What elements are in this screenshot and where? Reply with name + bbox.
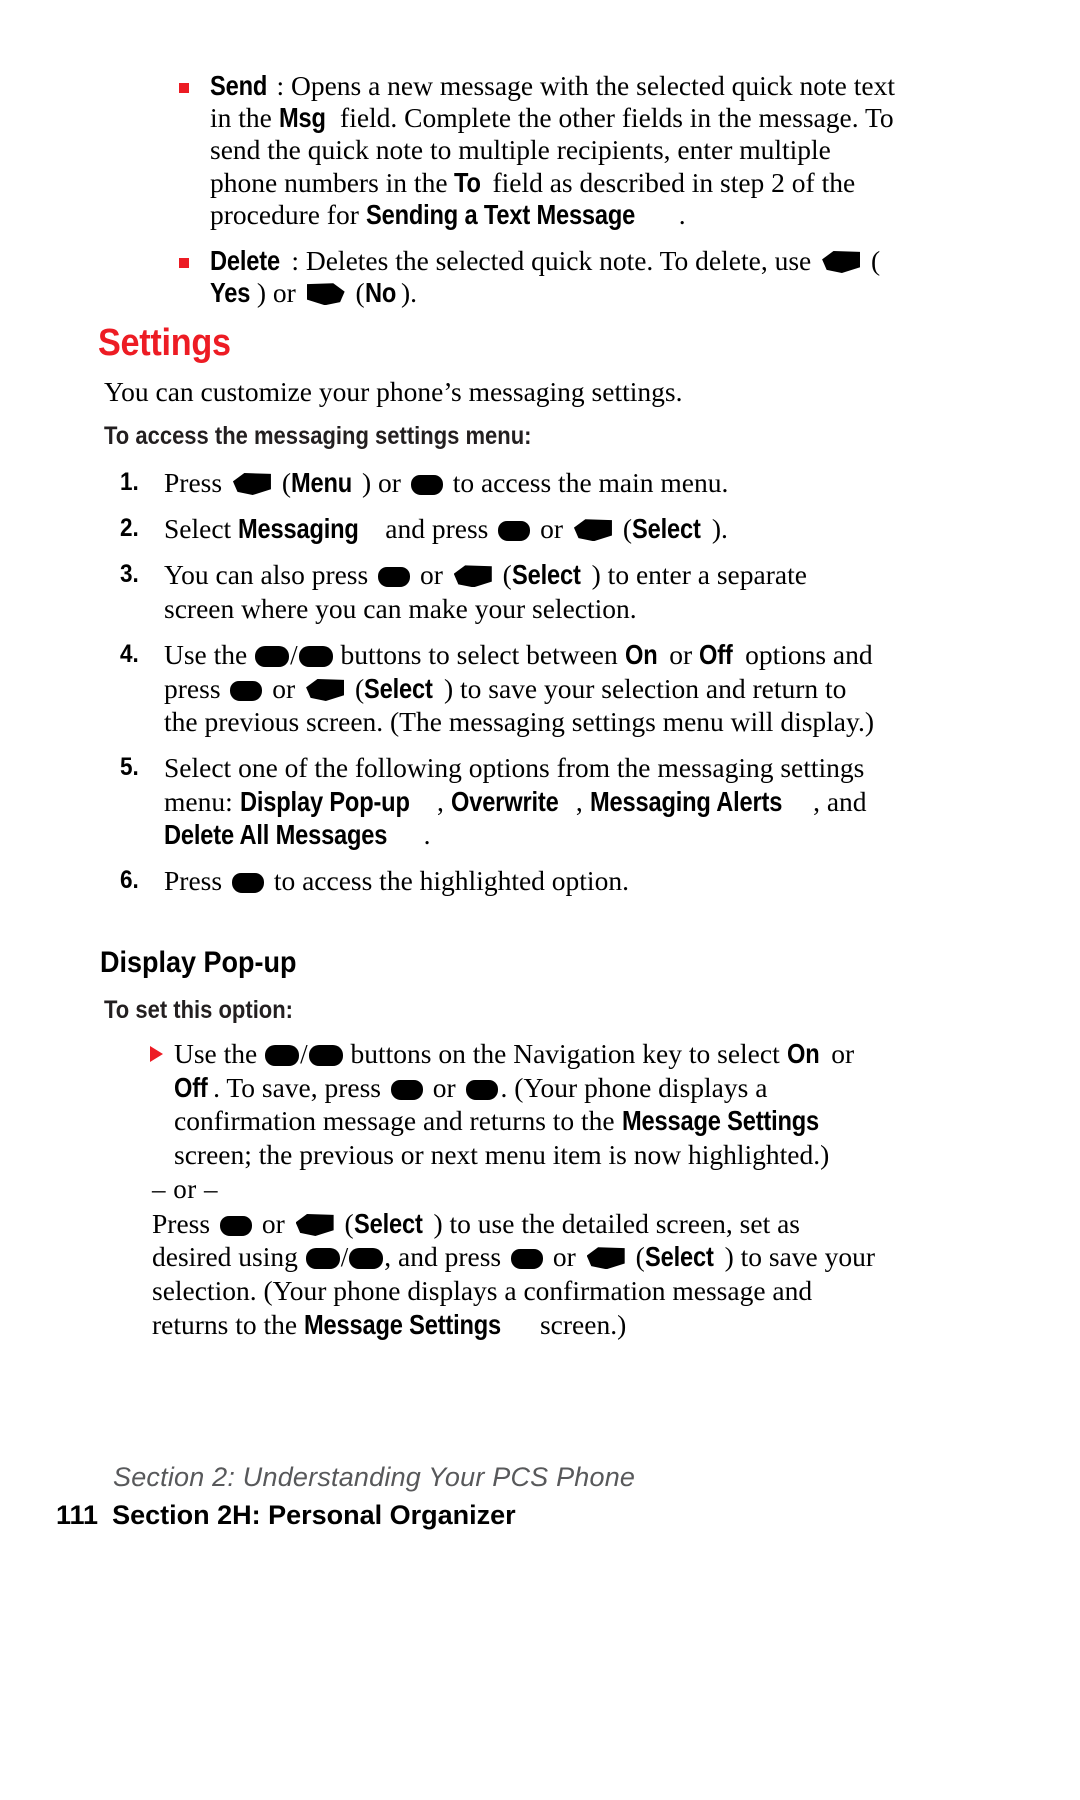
- numbered-step: 1. Press (Menu) or to access the main men…: [120, 466, 880, 499]
- key-separator: /: [290, 639, 298, 670]
- left-softkey-icon: [453, 565, 492, 588]
- ui-term: Overwrite: [450, 785, 559, 817]
- footer-section-label: Section 2H: Personal Organizer: [112, 1500, 516, 1530]
- numbered-step: 5. Select one of the following options fr…: [120, 751, 880, 851]
- left-softkey-icon: [295, 1214, 334, 1237]
- ui-term: Message Settings: [621, 1105, 819, 1137]
- navigation-key-icon: [305, 1248, 340, 1270]
- navigation-key-icon: [298, 645, 333, 667]
- step-text: You can also press or (Select) to enter …: [164, 559, 807, 624]
- key-separator: /: [340, 1242, 349, 1273]
- left-softkey-icon: [822, 251, 861, 274]
- quick-note-options-list: Send: Opens a new message with the selec…: [175, 70, 895, 323]
- manual-page: Send: Opens a new message with the selec…: [0, 0, 1080, 1800]
- numbered-step: 3. You can also press or (Select) to ente…: [120, 558, 880, 624]
- ui-term: On: [624, 638, 658, 670]
- ui-term: On: [786, 1038, 820, 1069]
- ui-term: Menu: [290, 467, 353, 498]
- navigation-key-icon: [349, 1248, 384, 1270]
- list-item: Send: Opens a new message with the selec…: [175, 70, 895, 231]
- or-divider: – or –: [152, 1173, 218, 1204]
- step-number: 2.: [120, 514, 139, 543]
- ui-term: Select: [631, 513, 701, 545]
- ok-key-icon: [498, 521, 531, 542]
- step-number: 3.: [120, 560, 139, 589]
- instruction-paragraph-primary: Use the / buttons on the Navigation key …: [150, 1037, 882, 1171]
- ui-term: Select: [364, 673, 433, 705]
- ui-term: Off: [174, 1072, 208, 1104]
- bullet-delete-text: Delete: Deletes the selected quick note.…: [210, 245, 881, 309]
- step-number: 4.: [120, 639, 139, 668]
- ok-key-icon: [465, 1080, 498, 1101]
- navigation-key-icon: [265, 1045, 300, 1066]
- page-number: 111: [56, 1500, 99, 1530]
- numbered-step: 2. Select Messaging and press or (Select)…: [120, 512, 880, 545]
- ui-term: Off: [699, 638, 733, 670]
- ok-key-icon: [410, 475, 443, 495]
- footer-running-head: Section 2: Understanding Your PCS Phone: [113, 1462, 636, 1492]
- numbered-step: 4. Use the / buttons to select between On…: [120, 638, 880, 739]
- step-text: Press to access the highlighted option.: [164, 865, 629, 897]
- list-item: Delete: Deletes the selected quick note.…: [175, 245, 895, 309]
- step-text: Use the / buttons to select between On o…: [164, 638, 875, 738]
- ok-key-icon: [390, 1080, 423, 1101]
- instruction-text-alternate: Press or (Select) to use the detailed sc…: [152, 1208, 876, 1340]
- navigation-key-icon: [255, 645, 290, 667]
- left-softkey-icon: [232, 473, 271, 495]
- triangle-bullet-icon: [150, 1046, 163, 1062]
- bullet-send-text: Send: Opens a new message with the selec…: [210, 70, 895, 230]
- ui-term: To: [454, 166, 482, 198]
- procedure-heading-text: To set this option:: [104, 996, 294, 1024]
- ui-term: Yes: [210, 277, 251, 309]
- key-separator: /: [300, 1039, 308, 1069]
- ok-key-icon: [511, 1249, 544, 1270]
- left-softkey-icon: [306, 679, 345, 702]
- instruction-paragraph-alternate: Press or (Select) to use the detailed sc…: [152, 1207, 882, 1341]
- ui-term: Select: [644, 1241, 714, 1273]
- page-title-text: Settings: [98, 322, 231, 364]
- numbered-steps-list: 1. Press (Menu) or to access the main men…: [120, 466, 880, 910]
- ui-term: Sending a Text Message: [365, 198, 635, 230]
- right-softkey-icon: [306, 283, 345, 306]
- step-text: Press (Menu) or to access the main menu.: [164, 467, 729, 498]
- subsection-heading: Display Pop-up: [100, 946, 318, 980]
- ui-term: Message Settings: [303, 1308, 502, 1340]
- square-bullet-icon: [179, 258, 189, 269]
- step-number: 1.: [120, 468, 139, 496]
- ok-key-icon: [378, 567, 411, 588]
- instruction-text-primary: Use the / buttons on the Navigation key …: [174, 1038, 855, 1170]
- footer-section-line: 111 Section 2H: Personal Organizer: [56, 1500, 516, 1531]
- ui-term: Display Pop-up: [239, 785, 410, 817]
- ui-term: Messaging Alerts: [589, 785, 782, 817]
- ui-term: Select: [511, 559, 581, 591]
- option-label: Delete: [210, 245, 280, 277]
- left-softkey-icon: [573, 519, 612, 542]
- procedure-heading-access-menu: To access the messaging settings menu:: [104, 422, 590, 451]
- ui-term: Msg: [278, 102, 326, 134]
- navigation-key-icon: [308, 1045, 343, 1066]
- left-softkey-icon: [586, 1247, 625, 1270]
- set-option-instructions: Use the / buttons on the Navigation key …: [150, 1037, 882, 1341]
- procedure-heading-set-option: To set this option:: [104, 996, 319, 1025]
- intro-paragraph: You can customize your phone’s messaging…: [104, 376, 683, 407]
- ok-key-icon: [231, 873, 264, 894]
- step-number: 5.: [120, 753, 139, 782]
- ui-term: Messaging: [238, 513, 359, 545]
- square-bullet-icon: [179, 83, 189, 93]
- procedure-heading-text: To access the messaging settings menu:: [104, 422, 532, 450]
- ok-key-icon: [219, 1216, 252, 1237]
- step-number: 6.: [120, 866, 139, 895]
- ui-term: Select: [353, 1208, 423, 1240]
- step-text: Select Messaging and press or (Select).: [164, 513, 728, 545]
- step-text: Select one of the following options from…: [164, 752, 867, 850]
- numbered-step: 6. Press to access the highlighted option…: [120, 864, 880, 897]
- page-title: Settings: [98, 322, 246, 365]
- ok-key-icon: [230, 681, 263, 702]
- option-label: Send: [210, 70, 268, 101]
- subsection-heading-text: Display Pop-up: [100, 946, 297, 979]
- ui-term: Delete All Messages: [164, 818, 388, 850]
- ui-term: No: [364, 277, 396, 309]
